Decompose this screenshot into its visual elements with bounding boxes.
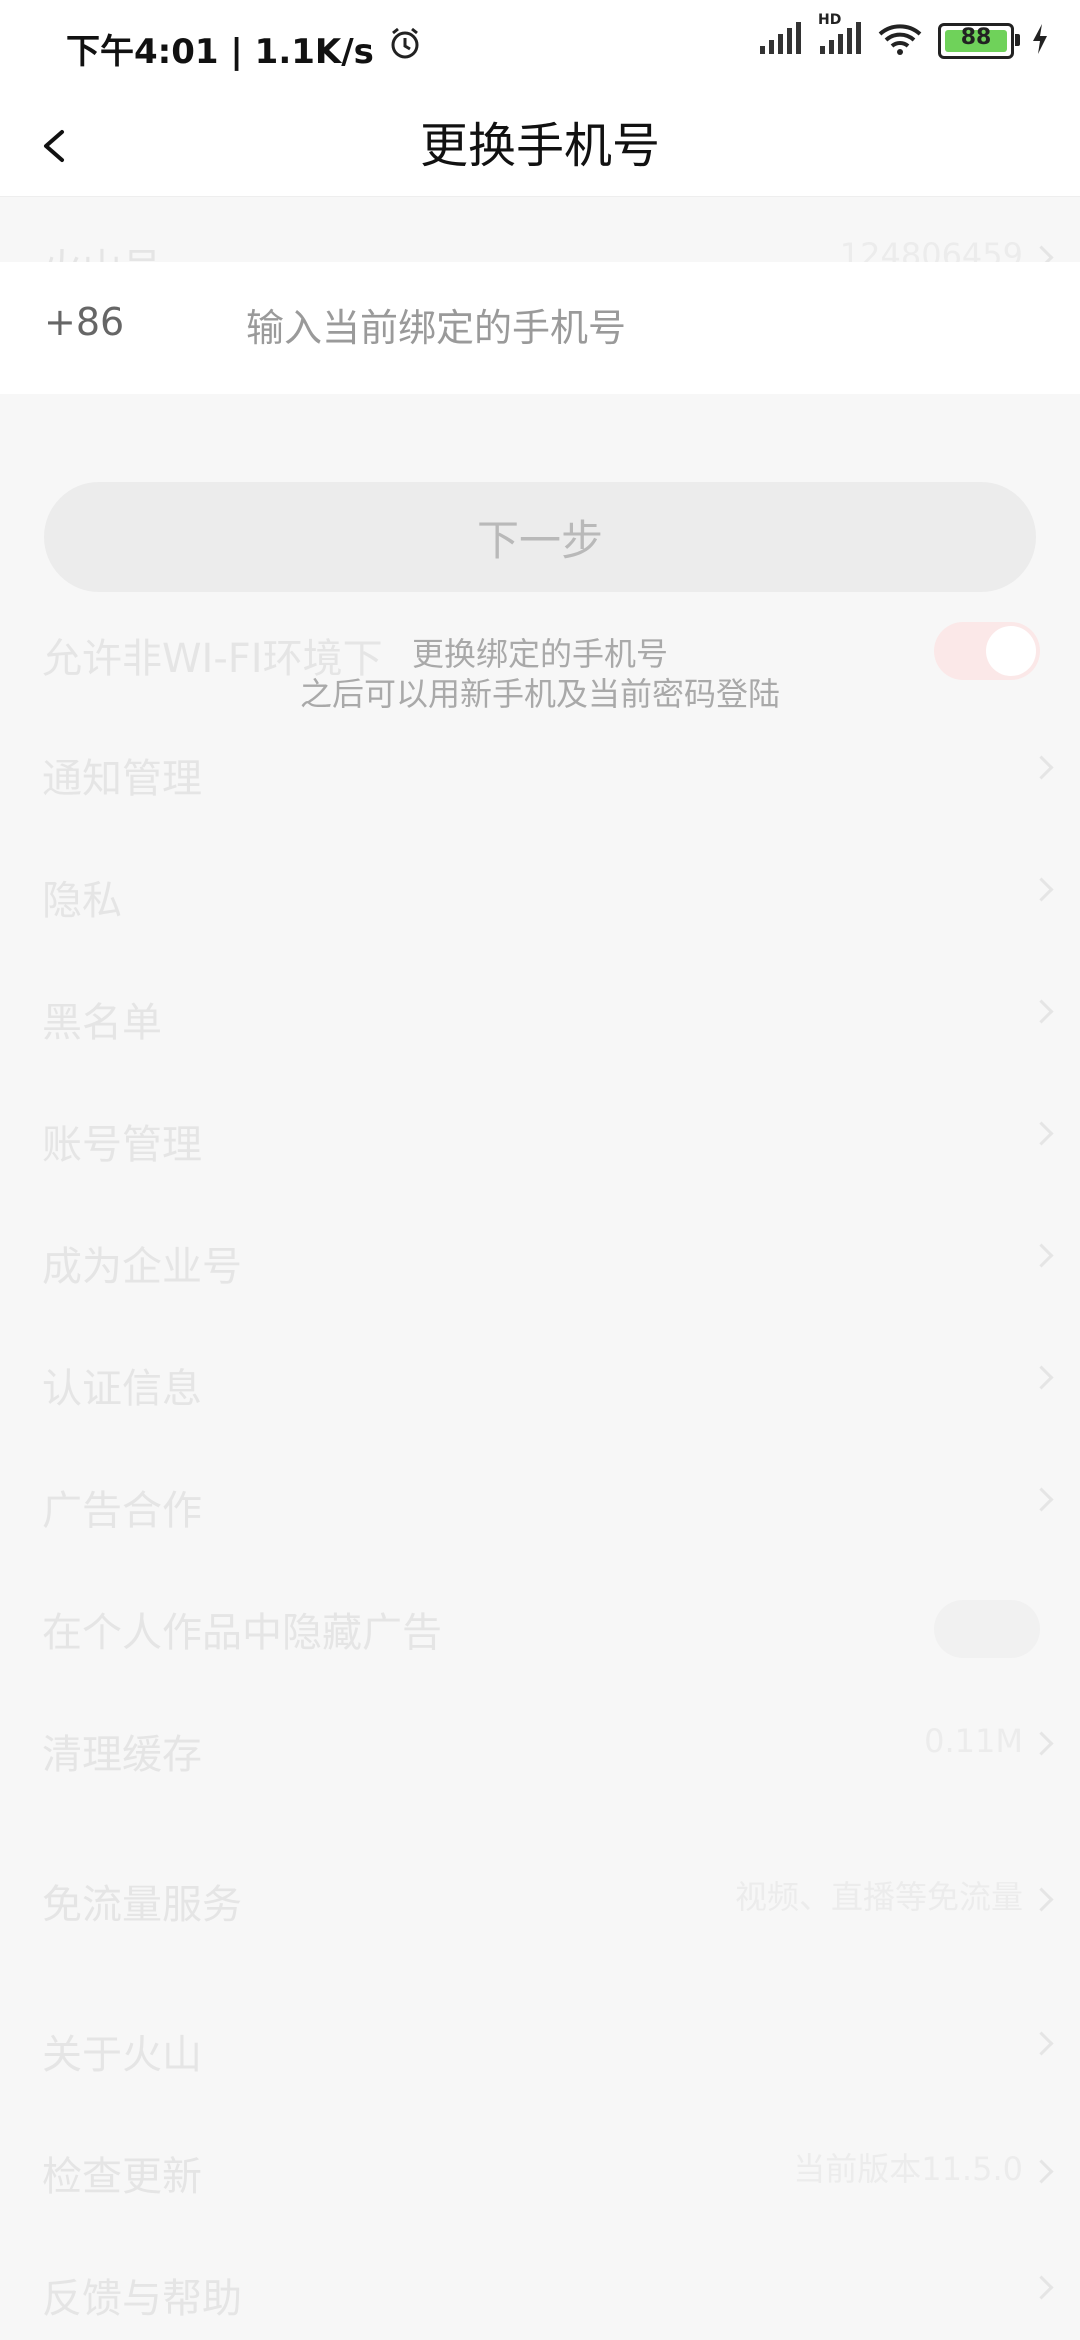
status-bar: 下午4:01 | 1.1K/s HD 88 bbox=[0, 0, 1080, 96]
bg-item-label: 账号管理 bbox=[42, 1122, 202, 1168]
charging-icon bbox=[1030, 22, 1050, 60]
next-button[interactable]: 下一步 bbox=[44, 482, 1036, 592]
bg-item-label: 成为企业号 bbox=[42, 1244, 242, 1290]
bg-item-value: 视频、直播等免流量 bbox=[735, 1872, 1054, 1918]
bg-item-update: 检查更新 当前版本11.5.0 bbox=[42, 2144, 1054, 2204]
bg-item-label: 认证信息 bbox=[42, 1366, 202, 1412]
bg-item-value: 0.11M bbox=[924, 1722, 1054, 1760]
bg-item-privacy: 隐私 bbox=[42, 868, 1054, 928]
bg-item-label: 广告合作 bbox=[42, 1488, 202, 1534]
bg-item-feedback: 反馈与帮助 bbox=[42, 2266, 1054, 2326]
chevron-right-icon bbox=[1029, 1243, 1054, 1268]
alarm-icon bbox=[388, 27, 422, 70]
bg-item-label: 黑名单 bbox=[42, 1000, 162, 1046]
bg-item-value: 当前版本11.5.0 bbox=[793, 2144, 1054, 2190]
hide-ads-toggle-faded bbox=[934, 1600, 1040, 1658]
chevron-right-icon bbox=[1029, 1487, 1054, 1512]
chevron-right-icon bbox=[1029, 1731, 1054, 1756]
chevron-right-icon bbox=[1029, 1887, 1054, 1912]
bg-item-label: 隐私 bbox=[42, 878, 122, 924]
wifi-icon bbox=[878, 22, 922, 60]
signal-icon bbox=[758, 22, 802, 60]
app-header: 更换手机号 bbox=[0, 96, 1080, 197]
bg-item-ads: 广告合作 bbox=[42, 1478, 1054, 1538]
hint-text: 更换绑定的手机号 之后可以用新手机及当前密码登陆 bbox=[0, 634, 1080, 714]
bg-item-label: 关于火山 bbox=[42, 2032, 202, 2078]
bg-item-notify: 通知管理 bbox=[42, 746, 1054, 806]
page-title: 更换手机号 bbox=[419, 118, 660, 174]
hd-signal-icon: HD bbox=[818, 12, 862, 60]
chevron-right-icon bbox=[1029, 2031, 1054, 2056]
chevron-right-icon bbox=[1029, 2159, 1054, 2184]
bg-item-label: 反馈与帮助 bbox=[42, 2276, 242, 2322]
bg-item-hide-ads: 在个人作品中隐藏广告 bbox=[42, 1600, 1050, 1660]
status-left: 下午4:01 | 1.1K/s bbox=[66, 24, 422, 73]
battery-icon: 88 bbox=[938, 23, 1020, 59]
hint-line-1: 更换绑定的手机号 bbox=[411, 635, 668, 673]
chevron-right-icon bbox=[1029, 1121, 1054, 1146]
chevron-right-icon bbox=[1029, 755, 1054, 780]
bg-item-label: 免流量服务 bbox=[42, 1882, 242, 1928]
bg-item-cache: 清理缓存 0.11M bbox=[42, 1722, 1054, 1782]
hd-label: HD bbox=[818, 12, 842, 28]
chevron-right-icon bbox=[1029, 2275, 1054, 2300]
phone-input-card: +86 bbox=[0, 262, 1080, 394]
bg-item-verification: 认证信息 bbox=[42, 1356, 1054, 1416]
bg-item-label: 清理缓存 bbox=[42, 1732, 202, 1778]
bg-item-label: 在个人作品中隐藏广告 bbox=[42, 1610, 442, 1656]
bg-item-free-data: 免流量服务 视频、直播等免流量 bbox=[42, 1872, 1054, 1932]
status-time-speed: 下午4:01 | 1.1K/s bbox=[66, 32, 374, 72]
bg-item-label: 通知管理 bbox=[42, 756, 202, 802]
battery-level: 88 bbox=[960, 25, 992, 50]
chevron-right-icon bbox=[1029, 1365, 1054, 1390]
bg-item-label: 检查更新 bbox=[42, 2154, 202, 2200]
country-code[interactable]: +86 bbox=[44, 300, 124, 344]
chevron-right-icon bbox=[1029, 877, 1054, 902]
bg-item-about: 关于火山 bbox=[42, 2022, 1054, 2082]
hint-line-2: 之后可以用新手机及当前密码登陆 bbox=[299, 675, 780, 713]
phone-input[interactable] bbox=[244, 292, 1028, 364]
bg-item-enterprise: 成为企业号 bbox=[42, 1234, 1054, 1294]
bg-item-blacklist: 黑名单 bbox=[42, 990, 1054, 1050]
status-right: HD 88 bbox=[758, 12, 1050, 60]
bg-item-account: 账号管理 bbox=[42, 1112, 1054, 1172]
chevron-right-icon bbox=[1029, 999, 1054, 1024]
